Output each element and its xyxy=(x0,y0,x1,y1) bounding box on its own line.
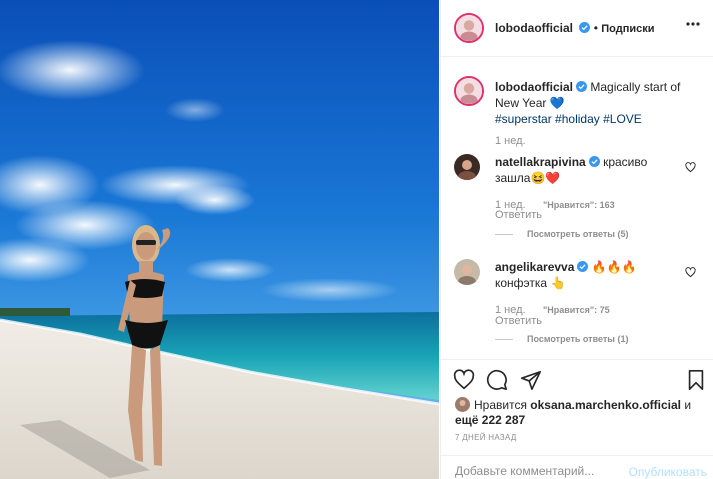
heart-icon[interactable] xyxy=(453,369,475,391)
comment-item: angelikarevva 🔥🔥🔥 конфэтка 👆 xyxy=(495,259,685,291)
comment-fire-emoji: 🔥🔥🔥 xyxy=(591,260,637,274)
reply-button[interactable]: Ответить xyxy=(495,315,542,327)
comment-avatar[interactable] xyxy=(454,259,480,285)
replies-divider-line xyxy=(495,234,513,236)
view-replies-label: Посмотреть ответы (1) xyxy=(527,334,629,344)
more-icon[interactable] xyxy=(686,22,700,26)
replies-divider-line xyxy=(495,339,513,341)
reply-button[interactable]: Ответить xyxy=(495,209,542,221)
view-replies-label: Посмотреть ответы (5) xyxy=(527,229,629,239)
comment-likes-count[interactable]: "Нравится": 75 xyxy=(543,305,610,315)
hashtag-superstar[interactable]: #superstar xyxy=(495,112,552,126)
post-actions-bar xyxy=(441,359,713,397)
hashtag-love[interactable]: #LOVE xyxy=(603,112,642,126)
comment-emoji: 😆❤️ xyxy=(530,171,561,185)
separator-dot: • xyxy=(593,21,598,35)
comment-avatar[interactable] xyxy=(454,154,480,180)
publish-button[interactable]: Опубликовать xyxy=(629,465,707,479)
likes-joiner: и xyxy=(684,398,692,412)
verified-icon xyxy=(579,22,591,33)
comment-icon[interactable] xyxy=(486,369,508,391)
caption-age: 1 нед. xyxy=(495,135,526,147)
likes-prefix: Нравится xyxy=(474,398,527,412)
author-username[interactable]: lobodaofficial xyxy=(495,21,573,35)
verified-icon xyxy=(588,156,600,167)
post-date: 7 ДНЕЙ НАЗАД xyxy=(455,433,517,442)
comment-text: конфэтка xyxy=(495,276,548,290)
comment-username[interactable]: angelikarevva xyxy=(495,260,574,274)
comment-username[interactable]: natellakrapivina xyxy=(495,155,586,169)
likes-count-button[interactable]: ещё 222 287 xyxy=(455,413,525,427)
caption-author-avatar[interactable] xyxy=(454,76,484,106)
comment-likes-count[interactable]: "Нравится": 163 xyxy=(543,200,615,210)
add-comment-section: Опубликовать xyxy=(441,455,713,479)
post-header: lobodaofficial • Подписки xyxy=(441,0,713,57)
comment-emoji: 👆 xyxy=(550,276,566,290)
caption-username[interactable]: lobodaofficial xyxy=(495,80,573,94)
share-icon[interactable] xyxy=(520,369,542,391)
liker-avatar[interactable] xyxy=(455,397,470,412)
comment-input[interactable] xyxy=(455,464,615,478)
comment-like-heart-icon[interactable] xyxy=(685,162,696,173)
hashtag-holiday[interactable]: #holiday xyxy=(555,112,600,126)
bookmark-icon[interactable] xyxy=(685,369,707,391)
post-photo[interactable] xyxy=(0,0,439,479)
post-caption: lobodaofficial Magically start of New Ye… xyxy=(495,79,705,127)
verified-icon xyxy=(577,261,589,272)
comment-meta: 1 нед. "Нравится": 75 xyxy=(495,302,610,316)
blue-heart-emoji: 💙 xyxy=(549,96,565,110)
following-button[interactable]: Подписки xyxy=(601,23,654,35)
view-replies-button[interactable]: Посмотреть ответы (5) xyxy=(495,229,628,239)
comment-like-heart-icon[interactable] xyxy=(685,267,696,278)
liker-username[interactable]: oksana.marchenko.official xyxy=(530,398,681,412)
likes-summary: Нравится oksana.marchenko.official и ещё… xyxy=(455,397,705,428)
verified-icon xyxy=(576,81,587,92)
author-avatar[interactable] xyxy=(454,13,484,43)
post-side-panel: lobodaofficial • Подписки lobodaofficial… xyxy=(440,0,713,479)
header-user-line: lobodaofficial • Подписки xyxy=(495,21,655,35)
beach-photo-image xyxy=(0,0,439,479)
comment-item: natellakrapivina красиво зашла😆❤️ xyxy=(495,154,685,186)
view-replies-button[interactable]: Посмотреть ответы (1) xyxy=(495,334,628,344)
